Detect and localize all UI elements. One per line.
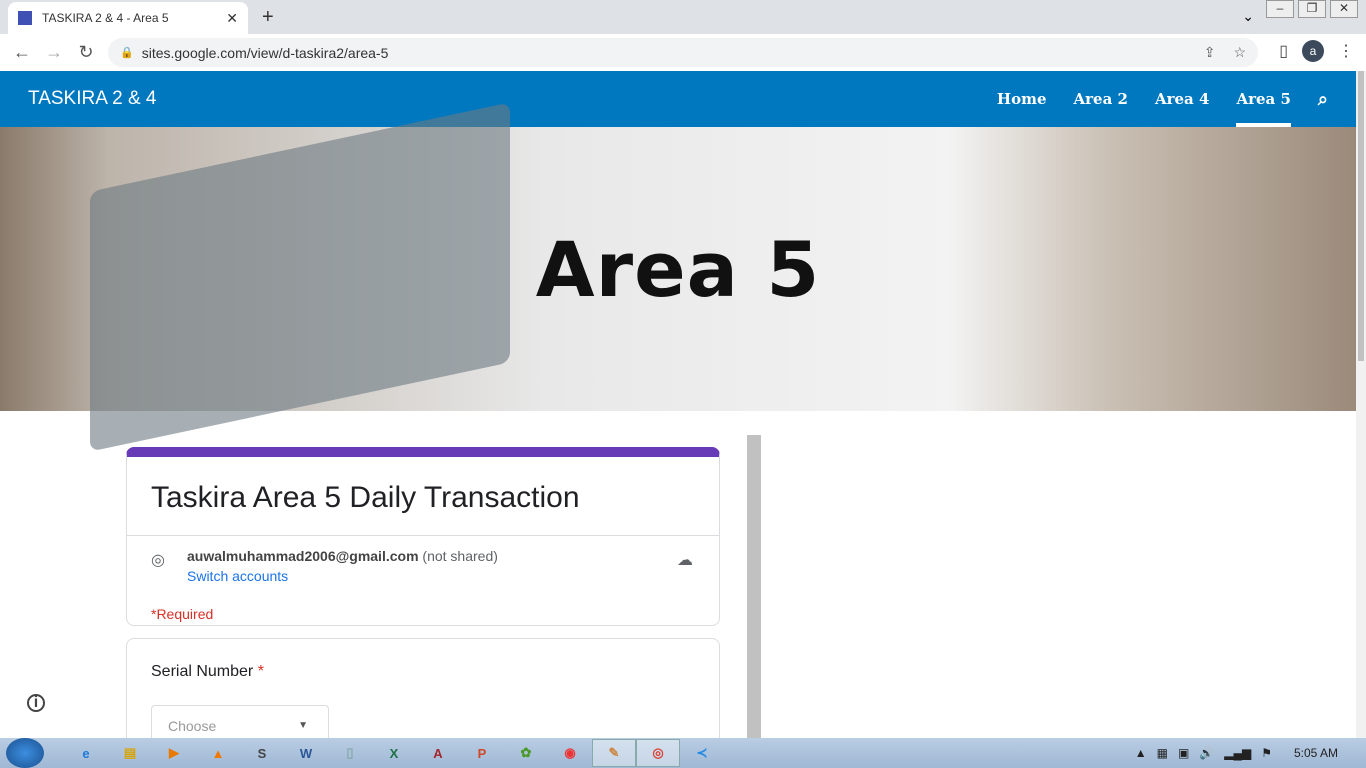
- tab-title: TASKIRA 2 & 4 - Area 5: [42, 11, 169, 25]
- share-icon[interactable]: ⇪: [1204, 44, 1216, 61]
- signal-icon[interactable]: ▂▄▆: [1224, 746, 1251, 760]
- excel-icon[interactable]: X: [372, 739, 416, 767]
- required-note: *Required: [151, 606, 214, 622]
- back-icon[interactable]: ←: [6, 42, 38, 63]
- system-tray: ▲ ▦ ▣ 🔊 ▂▄▆ ⚑ 5:05 AM: [1135, 746, 1366, 760]
- not-shared-eye-icon: ◎: [151, 552, 165, 569]
- volume-icon[interactable]: 🔊: [1199, 746, 1214, 760]
- url-text: sites.google.com/view/d-taskira2/area-5: [141, 44, 389, 61]
- notepad-icon[interactable]: ▯: [328, 739, 372, 767]
- form-title: Taskira Area 5 Daily Transaction: [151, 481, 580, 514]
- access-icon[interactable]: A: [416, 739, 460, 767]
- window-controls: – ❐ ✕: [1266, 0, 1358, 18]
- vscode-icon[interactable]: ≺: [680, 739, 724, 767]
- red-app-icon[interactable]: ◉: [548, 739, 592, 767]
- reload-icon[interactable]: ↻: [70, 42, 102, 63]
- form-header-card: Taskira Area 5 Daily Transaction ◎ auwal…: [126, 447, 720, 626]
- info-icon[interactable]: i: [27, 694, 45, 712]
- cloud-save-icon: ☁: [677, 552, 693, 569]
- powerpoint-icon[interactable]: P: [460, 739, 504, 767]
- question-label: Serial Number: [151, 663, 254, 680]
- laptop-image: [90, 102, 510, 452]
- restore-button[interactable]: ❐: [1298, 0, 1326, 18]
- required-asterisk: *: [257, 663, 264, 680]
- close-window-button[interactable]: ✕: [1330, 0, 1358, 18]
- site-nav: Home Area 2 Area 4 Area 5 ⌕: [997, 71, 1328, 127]
- page-content: TASKIRA 2 & 4 Home Area 2 Area 4 Area 5 …: [0, 71, 1356, 739]
- browser-toolbar: ← → ↻ 🔒 sites.google.com/view/d-taskira2…: [0, 34, 1366, 71]
- switch-accounts-link[interactable]: Switch accounts: [187, 568, 695, 584]
- sites-favicon-icon: [18, 11, 32, 25]
- page-scrollbar[interactable]: [1356, 71, 1366, 739]
- new-tab-button[interactable]: +: [262, 6, 274, 29]
- minimize-button[interactable]: –: [1266, 0, 1294, 18]
- page-title: Area 5: [535, 224, 821, 314]
- sublime-icon[interactable]: S: [240, 739, 284, 767]
- show-hidden-icons[interactable]: ▲: [1135, 746, 1147, 760]
- serial-number-select[interactable]: Choose ▼: [151, 705, 329, 739]
- nav-area-4[interactable]: Area 4: [1155, 90, 1209, 108]
- question-card: Serial Number * Choose ▼: [126, 638, 720, 739]
- tray-app-icon[interactable]: ▦: [1157, 746, 1168, 760]
- nav-area-2[interactable]: Area 2: [1074, 90, 1128, 108]
- ie-icon[interactable]: e: [64, 739, 108, 767]
- site-header: TASKIRA 2 & 4 Home Area 2 Area 4 Area 5 …: [0, 71, 1356, 127]
- nav-area-5[interactable]: Area 5: [1236, 71, 1291, 127]
- bookmark-star-icon[interactable]: ☆: [1233, 44, 1246, 61]
- tray-network-app-icon[interactable]: ▣: [1178, 746, 1189, 760]
- dropdown-arrow-icon: ▼: [298, 720, 308, 731]
- clock[interactable]: 5:05 AM: [1294, 746, 1338, 760]
- media-player-icon[interactable]: ▶: [152, 739, 196, 767]
- word-icon[interactable]: W: [284, 739, 328, 767]
- windows-taskbar: e ▤ ▶ ▲ S W ▯ X A P ✿ ◉ ✎ ◎ ≺ ▲ ▦ ▣ 🔊 ▂▄…: [0, 738, 1366, 768]
- site-brand[interactable]: TASKIRA 2 & 4: [28, 88, 156, 110]
- close-tab-icon[interactable]: ✕: [226, 10, 238, 27]
- tab-search-chevron-icon[interactable]: ⌄: [1242, 8, 1254, 25]
- chrome-icon[interactable]: ◎: [636, 739, 680, 767]
- paint-icon[interactable]: ✎: [592, 739, 636, 767]
- browser-tab[interactable]: TASKIRA 2 & 4 - Area 5 ✕: [8, 2, 248, 34]
- action-center-flag-icon[interactable]: ⚑: [1261, 746, 1272, 760]
- vlc-icon[interactable]: ▲: [196, 739, 240, 767]
- embed-scrollbar[interactable]: [747, 435, 761, 739]
- lock-icon: 🔒: [120, 47, 134, 59]
- forward-icon[interactable]: →: [38, 42, 70, 63]
- select-placeholder: Choose: [168, 718, 217, 734]
- menu-kebab-icon[interactable]: ⋮: [1338, 41, 1354, 61]
- account-email: auwalmuhammad2006@gmail.com: [187, 548, 419, 564]
- start-button[interactable]: [6, 738, 44, 768]
- not-shared-label: (not shared): [422, 548, 498, 564]
- profile-avatar[interactable]: a: [1302, 40, 1324, 62]
- address-bar[interactable]: 🔒 sites.google.com/view/d-taskira2/area-…: [108, 38, 1258, 67]
- search-icon[interactable]: ⌕: [1318, 89, 1328, 110]
- tab-strip: TASKIRA 2 & 4 - Area 5 ✕ + ⌄ – ❐ ✕: [0, 0, 1366, 34]
- greenshot-icon[interactable]: ✿: [504, 739, 548, 767]
- explorer-icon[interactable]: ▤: [108, 739, 152, 767]
- nav-home[interactable]: Home: [997, 90, 1047, 108]
- hero-banner: Area 5: [0, 102, 1356, 452]
- side-panel-icon[interactable]: ▯: [1279, 41, 1288, 61]
